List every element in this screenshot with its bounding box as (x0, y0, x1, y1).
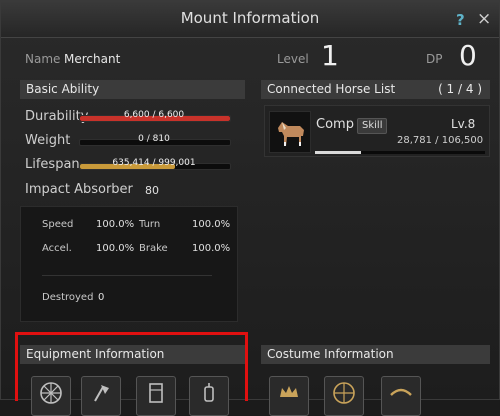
brake-label: Brake (139, 243, 168, 254)
horse-portrait (269, 111, 311, 153)
costume-slot-2[interactable] (324, 376, 364, 416)
horse-list-page[interactable]: ( 1 / 4 ) (438, 80, 482, 99)
costume-slot-1[interactable] (269, 376, 309, 416)
horse-exp-text: 28,781 / 106,500 (397, 135, 484, 146)
costume-slot-3[interactable] (381, 376, 421, 416)
equipment-slot-2[interactable] (81, 376, 121, 416)
title-bar[interactable]: Mount Information ? × (1, 1, 499, 38)
durability-text: 6,600 / 6,600 (123, 110, 185, 120)
stats-divider (42, 275, 212, 276)
speed-label: Speed (42, 219, 74, 230)
basic-ability-header: Basic Ability (20, 80, 245, 99)
weight-text: 0 / 810 (138, 134, 170, 144)
equipment-slot-3[interactable] (136, 376, 176, 416)
window-title: Mount Information (180, 9, 320, 27)
lifespan-text: 635,414 / 999,001 (112, 158, 196, 168)
close-button[interactable]: × (477, 9, 491, 29)
lantern-icon (204, 383, 214, 402)
weight-label: Weight (25, 133, 71, 148)
turn-label: Turn (139, 219, 161, 230)
mount-info-window: Mount Information ? × Name Merchant Leve… (0, 0, 500, 416)
horse-skill-badge[interactable]: Skill (357, 118, 388, 134)
help-button[interactable]: ? (456, 11, 465, 29)
horse-name: Comp (316, 117, 354, 132)
brake-value: 100.0% (192, 243, 231, 254)
turn-value: 100.0% (192, 219, 231, 230)
connected-horse-list-title: Connected Horse List (267, 82, 396, 96)
level-label: Level (277, 52, 309, 66)
wheel-icon (40, 382, 62, 404)
mount-name: Merchant (64, 52, 121, 66)
connected-horse-list-header: Connected Horse List ( 1 / 4 ) (261, 80, 490, 99)
impact-absorber-label: Impact Absorber (25, 182, 133, 197)
wheel-icon (333, 382, 355, 404)
stats-panel: Speed 100.0% Turn 100.0% Accel. 100.0% B… (20, 206, 238, 322)
costume-info-header: Costume Information (261, 345, 490, 364)
lifespan-label: Lifespan (25, 157, 80, 172)
destroyed-label: Destroyed (42, 292, 94, 303)
speed-value: 100.0% (96, 219, 135, 230)
name-label: Name (25, 52, 61, 66)
horse-icon (278, 122, 304, 146)
horse-exp-bar (315, 151, 485, 154)
horns-icon (390, 388, 412, 396)
horse-level: Lv.8 (451, 117, 476, 131)
horse-exp-bar-fill (315, 151, 361, 154)
dp-label: DP (426, 52, 443, 66)
impact-absorber-value: 80 (145, 184, 159, 197)
banner-icon (149, 383, 163, 403)
axe-icon (94, 385, 109, 402)
destroyed-value: 0 (98, 292, 105, 303)
equipment-slot-4[interactable] (189, 376, 229, 416)
equipment-slot-1[interactable] (31, 376, 71, 416)
accel-label: Accel. (42, 243, 72, 254)
level-value: 1 (321, 39, 339, 72)
crown-icon (280, 386, 298, 397)
accel-value: 100.0% (96, 243, 135, 254)
dp-value: 0 (459, 39, 477, 72)
